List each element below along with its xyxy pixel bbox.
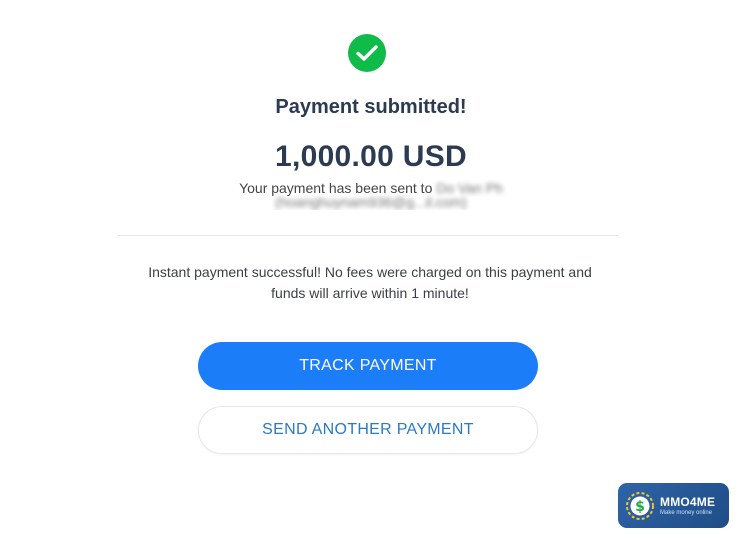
track-payment-button[interactable]: TRACK PAYMENT bbox=[198, 342, 538, 390]
watermark-tagline: Make money online bbox=[660, 509, 713, 516]
recipient-email: (hoanghuynam936@g...il.com) bbox=[275, 194, 467, 210]
checkmark-circle-icon bbox=[348, 34, 386, 72]
page-title: Payment submitted! bbox=[275, 96, 467, 118]
payment-amount: 1,000.00 USD bbox=[274, 140, 468, 173]
info-line-2: funds will arrive within 1 minute! bbox=[271, 285, 469, 301]
recipient-info: Your payment has been sent to Do Van Ph … bbox=[180, 180, 562, 210]
watermark-brand: MMO4ME bbox=[660, 494, 716, 509]
divider bbox=[118, 235, 618, 236]
watermark-badge: $ MMO4ME Make money online bbox=[618, 483, 729, 528]
info-message: Instant payment successful! No fees were… bbox=[110, 262, 630, 304]
send-another-payment-button[interactable]: SEND ANOTHER PAYMENT bbox=[198, 406, 538, 454]
svg-text:$: $ bbox=[635, 499, 645, 515]
dollar-coin-icon: $ bbox=[626, 491, 654, 520]
info-line-1: Instant payment successful! No fees were… bbox=[148, 264, 592, 280]
